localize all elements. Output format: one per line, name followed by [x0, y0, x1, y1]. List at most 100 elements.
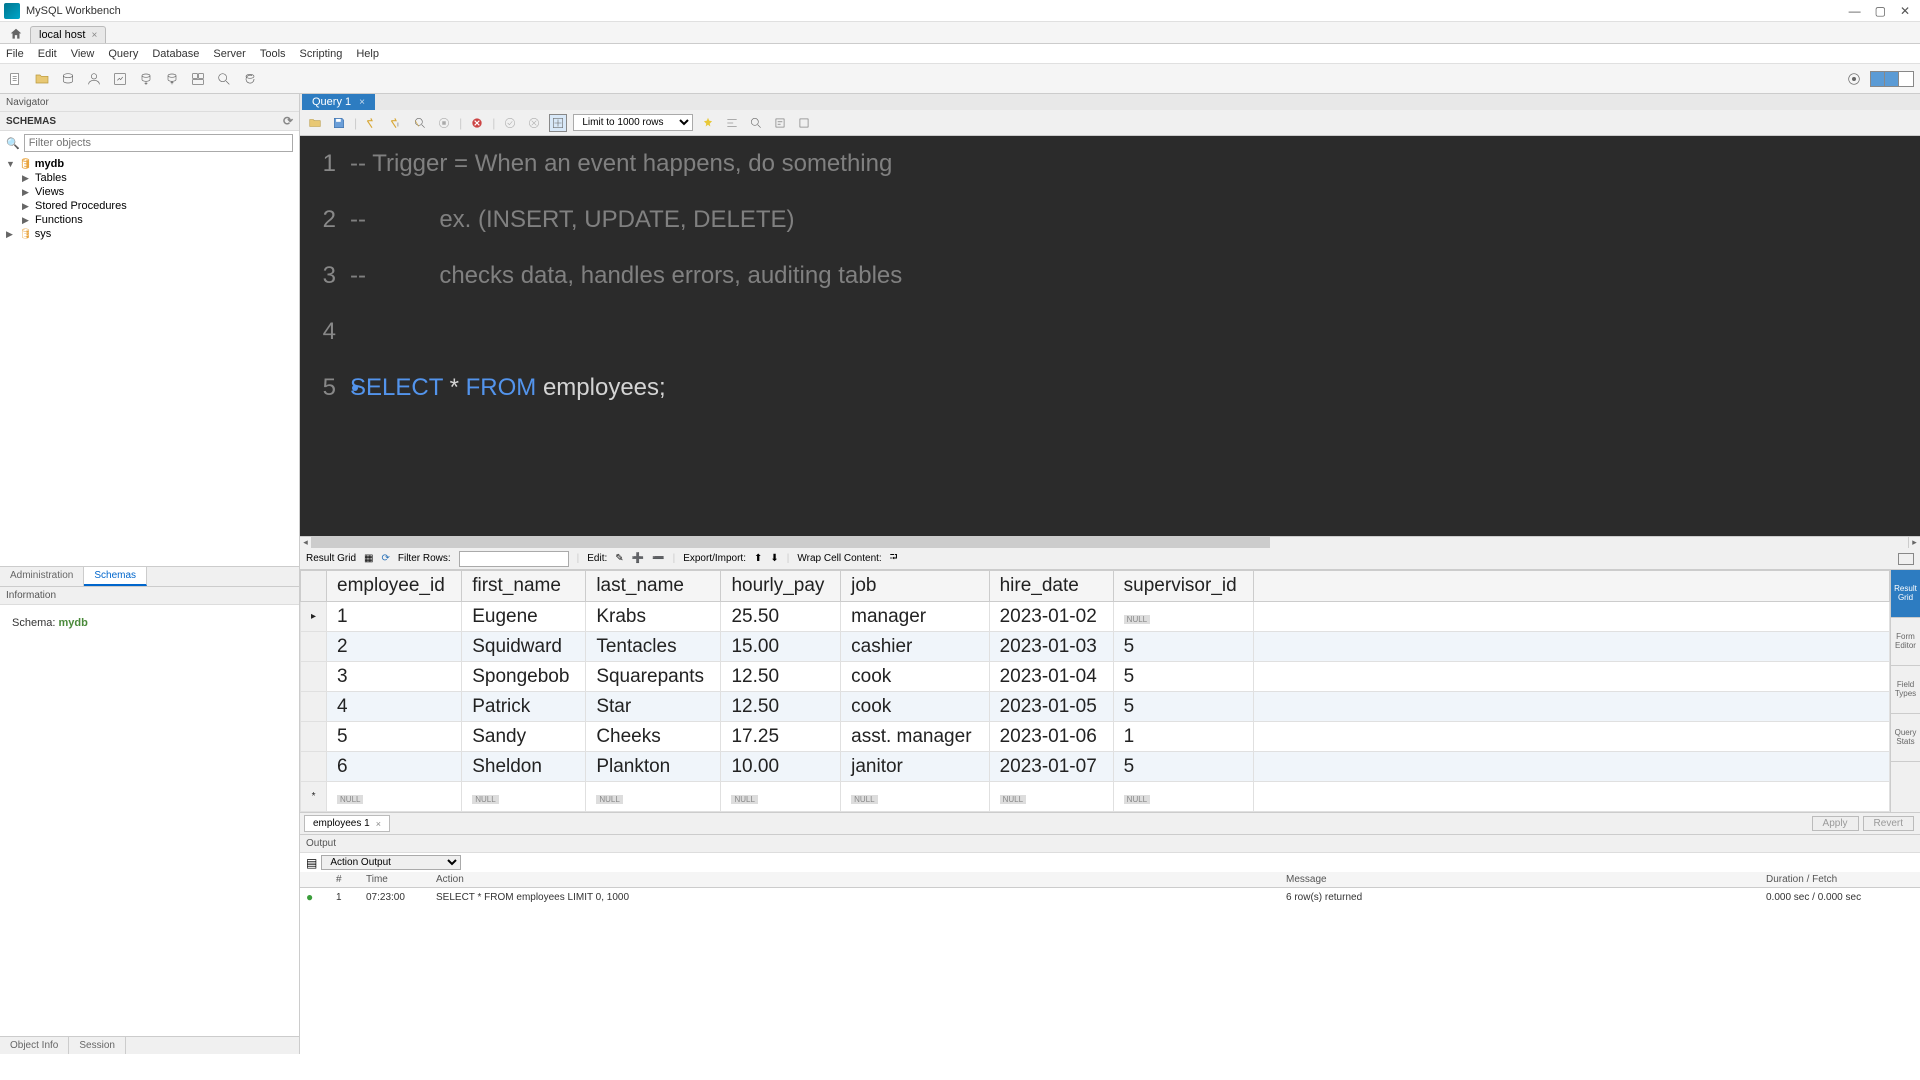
apply-button[interactable]: Apply [1812, 816, 1859, 831]
layout-right-icon[interactable] [1899, 72, 1913, 86]
maximize-button[interactable]: ▢ [1875, 4, 1886, 18]
search-icon[interactable] [214, 69, 234, 89]
grid-cell[interactable]: 5 [1113, 692, 1254, 722]
grid-cell[interactable]: 3 [327, 662, 462, 692]
menu-file[interactable]: File [6, 48, 24, 60]
side-form-editor[interactable]: Form Editor [1891, 618, 1920, 666]
stop-icon[interactable] [435, 114, 453, 132]
chevron-down-icon[interactable]: ▼ [6, 159, 16, 169]
status-icon[interactable] [110, 69, 130, 89]
scroll-left-icon[interactable]: ◂ [300, 537, 312, 548]
grid-cell[interactable]: 2023-01-05 [989, 692, 1113, 722]
tab-schemas[interactable]: Schemas [84, 567, 147, 586]
grid-cell[interactable]: 2023-01-07 [989, 752, 1113, 782]
grid-cell[interactable]: janitor [841, 752, 989, 782]
open-file-icon[interactable] [306, 114, 324, 132]
grid-cell[interactable]: 25.50 [721, 602, 841, 632]
execute-icon[interactable] [363, 114, 381, 132]
open-sql-file-icon[interactable] [32, 69, 52, 89]
row-selector[interactable] [301, 752, 327, 782]
add-row-icon[interactable]: ➕ [632, 553, 644, 564]
shortcut-icon[interactable] [1844, 69, 1864, 89]
filter-rows-input[interactable] [459, 551, 569, 567]
rollback-icon[interactable] [525, 114, 543, 132]
autocommit-icon[interactable] [549, 114, 567, 132]
export-icon[interactable] [136, 69, 156, 89]
chevron-right-icon[interactable]: ▶ [6, 229, 16, 240]
no-limit-icon[interactable] [468, 114, 486, 132]
editor-scrollbar[interactable]: ◂ ▸ [300, 536, 1920, 548]
commit-icon[interactable] [501, 114, 519, 132]
chevron-right-icon[interactable]: ▶ [22, 173, 32, 184]
edit-row-icon[interactable]: ✎ [615, 553, 623, 564]
grid-cell[interactable]: Cheeks [586, 722, 721, 752]
wrap-toggle-icon[interactable]: ⮒ [890, 550, 898, 567]
save-icon[interactable] [330, 114, 348, 132]
sql-editor[interactable]: 1-- Trigger = When an event happens, do … [300, 136, 1920, 536]
grid-cell[interactable]: NULL [586, 782, 721, 812]
grid-cell[interactable]: 12.50 [721, 662, 841, 692]
row-selector[interactable] [301, 722, 327, 752]
close-icon[interactable]: × [91, 30, 97, 41]
minimize-button[interactable]: — [1849, 4, 1861, 18]
menu-edit[interactable]: Edit [38, 48, 57, 60]
layout-left-icon[interactable] [1871, 72, 1885, 86]
new-sql-tab-icon[interactable] [6, 69, 26, 89]
import-icon[interactable]: ⬇ [770, 553, 778, 564]
row-selector[interactable]: ▸ [301, 602, 327, 632]
invisible-icon[interactable] [747, 114, 765, 132]
tree-stored-procedures[interactable]: ▶Stored Procedures [4, 199, 295, 213]
menu-help[interactable]: Help [356, 48, 379, 60]
grid-cell[interactable]: 1 [1113, 722, 1254, 752]
execute-current-icon[interactable]: I [387, 114, 405, 132]
tree-functions[interactable]: ▶Functions [4, 213, 295, 227]
grid-cell[interactable]: Patrick [462, 692, 586, 722]
layout-toggle[interactable] [1870, 71, 1914, 87]
grid-cell[interactable]: 6 [327, 752, 462, 782]
export-icon[interactable]: ⬆ [754, 553, 762, 564]
table-row-new[interactable]: *NULLNULLNULLNULLNULLNULLNULL [301, 782, 1890, 812]
grid-cell[interactable]: 5 [1113, 662, 1254, 692]
wrap-icon[interactable] [771, 114, 789, 132]
col-job[interactable]: job [841, 571, 989, 602]
grid-cell[interactable]: Tentacles [586, 632, 721, 662]
explain-icon[interactable] [411, 114, 429, 132]
table-row[interactable]: 4PatrickStar12.50cook2023-01-055 [301, 692, 1890, 722]
menu-scripting[interactable]: Scripting [300, 48, 343, 60]
tree-db-mydb[interactable]: ▼ 🛢 mydb [4, 157, 295, 171]
table-row[interactable]: ▸1EugeneKrabs25.50manager2023-01-02NULL [301, 602, 1890, 632]
row-selector[interactable]: * [301, 782, 327, 812]
output-list-icon[interactable]: ▤ [306, 856, 317, 870]
grid-cell[interactable]: cook [841, 692, 989, 722]
grid-cell[interactable]: NULL [989, 782, 1113, 812]
table-row[interactable]: 5SandyCheeks17.25asst. manager2023-01-06… [301, 722, 1890, 752]
grid-cell[interactable]: Krabs [586, 602, 721, 632]
menu-query[interactable]: Query [108, 48, 138, 60]
grid-cell[interactable]: 2023-01-06 [989, 722, 1113, 752]
chevron-right-icon[interactable]: ▶ [22, 187, 32, 198]
grid-cell[interactable]: NULL [1113, 602, 1254, 632]
grid-cell[interactable]: Squarepants [586, 662, 721, 692]
col-employee-id[interactable]: employee_id [327, 571, 462, 602]
grid-cell[interactable]: Squidward [462, 632, 586, 662]
chevron-right-icon[interactable]: ▶ [22, 201, 32, 212]
close-icon[interactable]: × [376, 819, 381, 829]
reconnect-icon[interactable] [240, 69, 260, 89]
close-icon[interactable]: × [359, 97, 365, 108]
grid-cell[interactable]: cook [841, 662, 989, 692]
table-row[interactable]: 6SheldonPlankton10.00janitor2023-01-075 [301, 752, 1890, 782]
chevron-right-icon[interactable]: ▶ [22, 215, 32, 226]
panel-toggle-icon[interactable] [1898, 553, 1914, 565]
side-result-grid[interactable]: Result Grid [1891, 570, 1920, 618]
result-grid[interactable]: employee_id first_name last_name hourly_… [300, 570, 1890, 812]
home-icon[interactable] [6, 25, 26, 43]
col-hourly-pay[interactable]: hourly_pay [721, 571, 841, 602]
grid-cell[interactable]: 4 [327, 692, 462, 722]
grid-cell[interactable]: asst. manager [841, 722, 989, 752]
grid-cell[interactable]: NULL [721, 782, 841, 812]
grid-cell[interactable]: 5 [327, 722, 462, 752]
row-limit-select[interactable]: Limit to 1000 rows [573, 114, 693, 131]
table-row[interactable]: 3SpongebobSquarepants12.50cook2023-01-04… [301, 662, 1890, 692]
refresh-icon[interactable]: ⟳ [283, 114, 293, 128]
grid-cell[interactable]: NULL [327, 782, 462, 812]
